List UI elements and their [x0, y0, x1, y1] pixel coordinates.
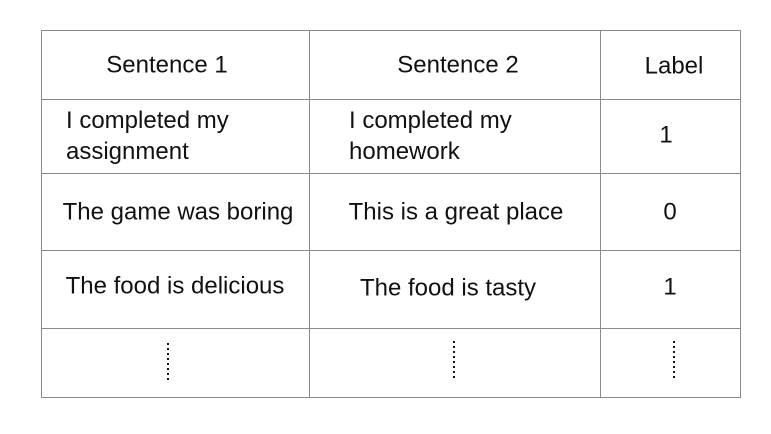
column-divider-2 — [600, 31, 601, 397]
header-label: Label — [644, 52, 704, 80]
row3-label: 1 — [663, 273, 677, 301]
vertical-ellipsis-icon — [673, 341, 675, 381]
row-divider-1 — [42, 173, 740, 174]
header-sentence-2: Sentence 2 — [397, 51, 519, 79]
sentence-pairs-table: Sentence 1 Sentence 2 Label I completed … — [41, 30, 741, 398]
row2-sentence-1: The game was boring — [62, 198, 294, 226]
row1-sentence-2: I completed my homework — [349, 107, 512, 165]
row1-sentence-1: I completed my assignment — [66, 107, 229, 165]
header-sentence-1: Sentence 1 — [106, 51, 228, 79]
row1-label: 1 — [659, 121, 673, 149]
row-divider-header — [42, 99, 740, 100]
vertical-ellipsis-icon — [453, 341, 455, 381]
vertical-ellipsis-icon — [167, 343, 169, 383]
row2-label: 0 — [663, 198, 677, 226]
row-divider-2 — [42, 250, 740, 251]
row2-sentence-2: This is a great place — [348, 198, 564, 226]
column-divider-1 — [309, 31, 310, 397]
row-divider-3 — [42, 328, 740, 329]
row3-sentence-1: The food is delicious — [65, 272, 285, 300]
row3-sentence-2: The food is tasty — [359, 274, 537, 302]
